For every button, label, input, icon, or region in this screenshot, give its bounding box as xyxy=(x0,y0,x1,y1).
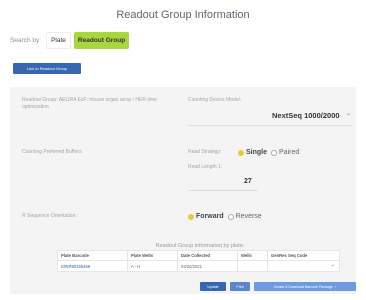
plate-wells-cell: A - H xyxy=(127,260,178,272)
update-button[interactable]: Update xyxy=(200,282,226,291)
read-strategy-label: Read Strategy: xyxy=(188,149,222,155)
wells-cell xyxy=(237,260,268,272)
orientation-label: R Sequence Orientation: xyxy=(22,213,77,219)
export-barcode-package-button[interactable]: Create & Download Barcode Package ↓ xyxy=(254,282,356,291)
plate-barcode-link[interactable]: IONR90156459 xyxy=(57,260,128,272)
read-strategy-radios: Single Paired xyxy=(238,149,299,156)
date-collected-cell: 04/20/2021 xyxy=(177,260,238,272)
plate-table-caption: Readout Group information by plate: xyxy=(155,243,245,249)
device-model-underline xyxy=(188,125,352,126)
table-header-row: Plate Barcode Plate Wells Date Collected… xyxy=(57,250,340,261)
search-by-row: Search by: Plate Readout Group xyxy=(10,31,130,49)
column-header: GenRes Seq Code xyxy=(267,250,340,261)
radio-reverse-label: Reverse xyxy=(235,213,262,220)
radio-paired-label: Paired xyxy=(279,149,300,156)
radio-selected-icon xyxy=(188,213,194,220)
radio-reverse[interactable]: Reverse xyxy=(227,213,262,220)
download-icon: ↓ xyxy=(334,284,337,289)
column-header: Wells xyxy=(237,250,268,261)
link-readout-group-button[interactable]: Link to Readout Group xyxy=(13,63,81,74)
device-model-label: Counting Device Model: xyxy=(188,97,242,103)
column-header: Plate Wells xyxy=(127,250,178,261)
readout-group-label: Readout Group: AELIRA ExF: mouse organ a… xyxy=(22,97,157,110)
column-header: Date Collected xyxy=(177,250,238,261)
export-button-label: Create & Download Barcode Package xyxy=(273,284,333,289)
search-by-label: Search by: xyxy=(10,36,42,44)
seq-code-select[interactable]: ⌄ xyxy=(267,260,340,272)
column-header: Plate Barcode xyxy=(57,250,128,261)
read-length-input[interactable]: 27 xyxy=(244,178,252,185)
page-title: Readout Group Information xyxy=(116,9,250,21)
radio-single[interactable]: Single xyxy=(238,149,267,156)
read-length-underline xyxy=(188,190,258,191)
preferred-buffers-label: Counting Preferred Buffers: xyxy=(22,149,83,155)
chevron-down-icon[interactable]: ⌄ xyxy=(346,110,351,117)
radio-paired[interactable]: Paired xyxy=(271,149,299,156)
radio-selected-icon xyxy=(238,149,244,156)
chevron-down-icon: ⌄ xyxy=(330,262,335,268)
orientation-radios: Forward Reverse xyxy=(188,213,262,220)
radio-unselected-icon xyxy=(227,213,234,220)
read-length-label: Read Length 1: xyxy=(188,164,223,170)
search-option-readout-group[interactable]: Readout Group xyxy=(73,31,130,49)
plate-table: Plate Barcode Plate Wells Date Collected… xyxy=(57,250,340,272)
device-model-select[interactable]: NextSeq 1000/2000 xyxy=(272,111,340,120)
radio-single-label: Single xyxy=(246,149,268,156)
radio-forward-label: Forward xyxy=(196,213,224,220)
search-option-plate[interactable]: Plate xyxy=(46,31,71,49)
radio-unselected-icon xyxy=(271,149,278,156)
radio-forward[interactable]: Forward xyxy=(188,213,224,220)
table-row: IONR90156459 A - H 04/20/2021 ⌄ xyxy=(57,260,340,272)
print-button[interactable]: Print xyxy=(230,282,250,291)
